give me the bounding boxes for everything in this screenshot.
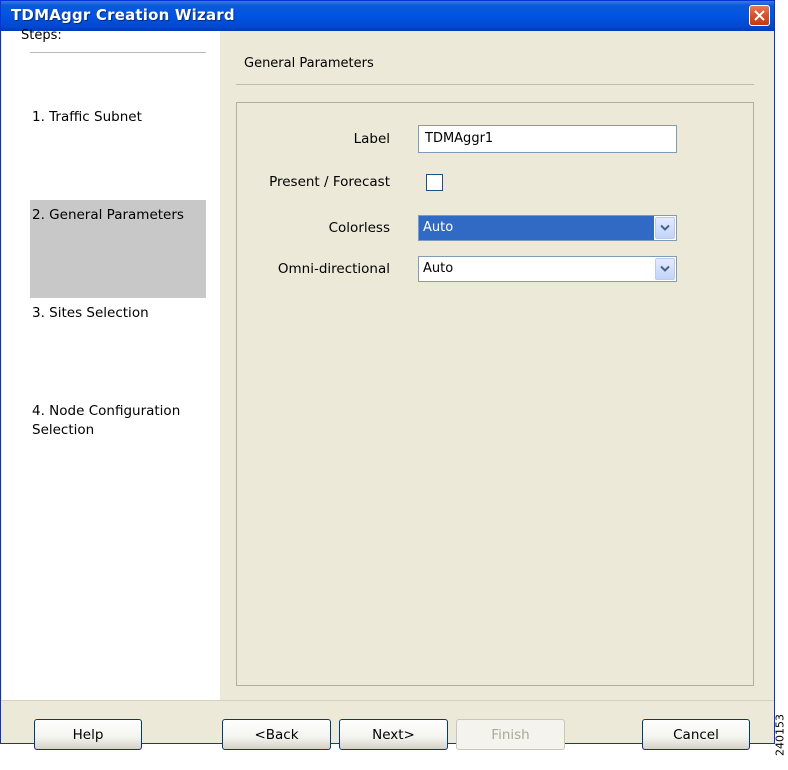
cancel-button[interactable]: Cancel (642, 719, 750, 750)
step-general-parameters[interactable]: 2. General Parameters (30, 200, 206, 298)
title-bar[interactable]: TDMAggr Creation Wizard (1, 1, 774, 31)
step-sites-selection[interactable]: 3. Sites Selection (30, 298, 206, 329)
close-icon (754, 10, 765, 21)
chevron-down-icon (660, 265, 670, 272)
step-label: 1. Traffic Subnet (32, 109, 142, 125)
finish-button[interactable]: Finish (456, 719, 565, 750)
close-button[interactable] (749, 5, 770, 26)
colorless-select[interactable]: Auto (418, 215, 677, 241)
step-label: 4. Node Configuration Selection (32, 403, 181, 438)
colorless-value: Auto (419, 216, 654, 240)
figure-id: 240153 (772, 705, 788, 765)
step-label: 3. Sites Selection (32, 305, 149, 321)
next-button[interactable]: Next> (339, 719, 448, 750)
steps-header: Steps: (21, 28, 62, 43)
header-divider (236, 84, 754, 85)
back-button[interactable]: <Back (222, 719, 331, 750)
omni-directional-select[interactable]: Auto (418, 256, 677, 282)
omni-directional-label: Omni-directional (277, 261, 390, 277)
label-field-label: Label (353, 131, 390, 147)
step-traffic-subnet[interactable]: 1. Traffic Subnet (30, 102, 206, 133)
present-forecast-checkbox[interactable] (426, 174, 443, 191)
omni-directional-dropdown-button[interactable] (655, 258, 675, 280)
chevron-down-icon (660, 224, 670, 231)
colorless-label: Colorless (328, 220, 390, 236)
page-title: General Parameters (244, 56, 374, 71)
window-title: TDMAggr Creation Wizard (11, 6, 235, 24)
footer-divider (1, 700, 774, 701)
present-forecast-label: Present / Forecast (269, 174, 390, 190)
step-node-configuration-selection[interactable]: 4. Node Configuration Selection (30, 396, 210, 446)
label-input[interactable]: TDMAggr1 (418, 125, 677, 153)
figure-id-text: 240153 (773, 714, 787, 756)
help-button[interactable]: Help (34, 719, 142, 750)
step-label: 2. General Parameters (32, 207, 184, 223)
omni-directional-value: Auto (423, 261, 454, 276)
steps-divider (30, 52, 206, 53)
colorless-dropdown-button[interactable] (655, 217, 675, 239)
